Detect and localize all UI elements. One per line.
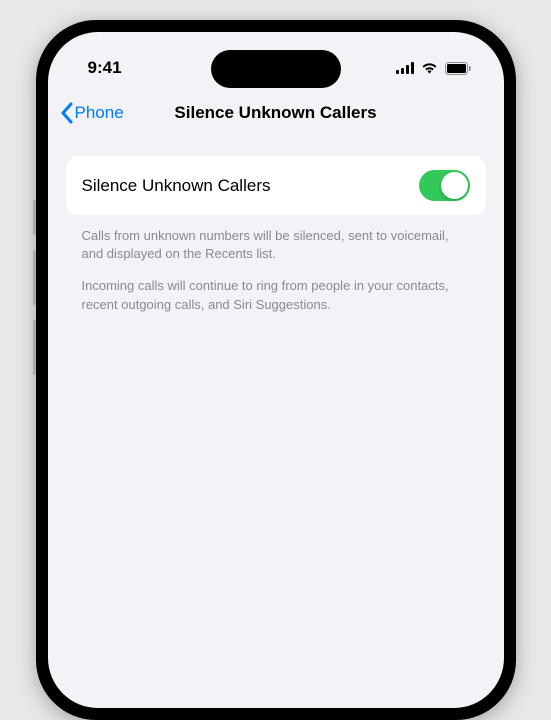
screen: 9:41 [48, 32, 504, 708]
page-title: Silence Unknown Callers [174, 103, 376, 123]
silence-unknown-callers-toggle[interactable] [419, 170, 470, 201]
content-area: Silence Unknown Callers Calls from unkno… [48, 136, 504, 314]
status-time: 9:41 [88, 58, 122, 78]
back-label: Phone [75, 103, 124, 123]
silence-unknown-callers-row: Silence Unknown Callers [66, 156, 486, 215]
toggle-knob [441, 172, 468, 199]
phone-frame: 9:41 [36, 20, 516, 720]
side-button [33, 320, 36, 375]
description-paragraph-1: Calls from unknown numbers will be silen… [82, 227, 470, 263]
setting-label: Silence Unknown Callers [82, 176, 271, 196]
description-paragraph-2: Incoming calls will continue to ring fro… [82, 277, 470, 313]
status-icons [396, 62, 472, 75]
cellular-signal-icon [396, 62, 414, 74]
wifi-icon [421, 62, 438, 74]
setting-description: Calls from unknown numbers will be silen… [66, 215, 486, 314]
dynamic-island [211, 50, 341, 88]
nav-header: Phone Silence Unknown Callers [48, 92, 504, 136]
battery-icon [445, 62, 472, 75]
back-button[interactable]: Phone [60, 102, 124, 124]
chevron-left-icon [60, 102, 73, 124]
